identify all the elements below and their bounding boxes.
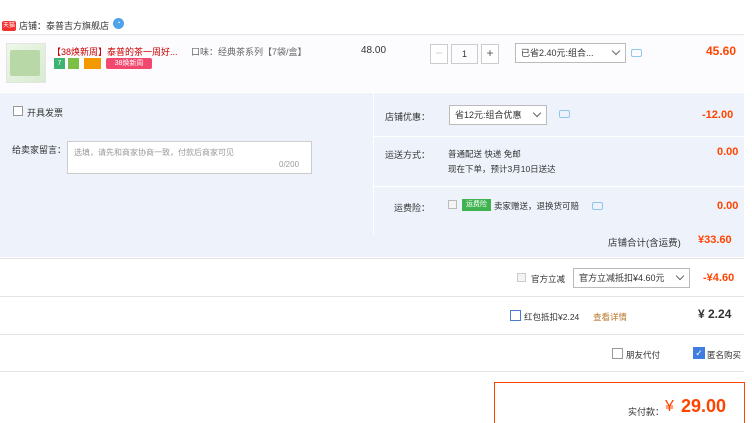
anonymous-label: 匿名购买	[707, 350, 742, 360]
shop-total-value: ¥33.60	[698, 234, 732, 246]
anonymous-checkbox[interactable]: ✓	[693, 347, 705, 359]
shop-total-label: 店铺合计(含运费)	[608, 238, 681, 249]
comment-icon[interactable]	[592, 202, 603, 210]
comment-icon[interactable]	[559, 110, 570, 118]
quantity-increase-button[interactable]: +	[481, 44, 499, 64]
message-label: 给卖家留言：	[12, 145, 67, 155]
promo-tag: 38焕新周	[106, 58, 152, 69]
official-discount-label: 官方立减	[531, 274, 566, 284]
comment-icon[interactable]	[631, 49, 642, 57]
official-discount-select-value: 官方立减抵扣¥4.60元	[579, 273, 665, 283]
invoice-label: 开具发票	[27, 108, 64, 118]
guarantee-icon	[68, 58, 79, 69]
shop-discount-select[interactable]: 省12元:组合优惠	[449, 105, 547, 125]
chevron-down-icon	[675, 271, 685, 281]
payment-amount: 29.00	[681, 396, 727, 416]
item-promo-select-value: 已省2.40元:组合...	[521, 48, 594, 58]
friend-pay-checkbox[interactable]	[612, 348, 623, 359]
invoice-checkbox[interactable]	[13, 106, 23, 116]
divider	[0, 334, 744, 335]
shipping-label: 运送方式：	[384, 150, 430, 160]
seven-day-return-icon: 7	[54, 58, 65, 69]
divider	[0, 258, 744, 259]
unit-price: 48.00	[361, 45, 387, 56]
chevron-down-icon	[611, 46, 621, 56]
red-packet-label: 红包抵扣¥2.24	[524, 312, 580, 322]
insurance-value: 0.00	[717, 200, 739, 212]
insurance-label: 运费险：	[393, 203, 430, 213]
friend-pay-label: 朋友代付	[626, 350, 661, 360]
message-char-count: 0/200	[279, 160, 300, 169]
insurance-checkbox	[448, 200, 457, 209]
panel-divider	[374, 186, 744, 187]
insurance-text: 卖家赠送，退换货可赔	[494, 201, 580, 211]
shop-discount-label: 店铺优惠：	[384, 112, 430, 122]
red-packet-checkbox[interactable]	[510, 310, 521, 321]
shipping-method: 普通配送 快递 免邮	[448, 149, 521, 159]
divider	[0, 371, 744, 372]
official-discount-select[interactable]: 官方立减抵扣¥4.60元	[573, 268, 690, 288]
shop-discount-select-value: 省12元:组合优惠	[455, 110, 522, 120]
shop-name-link[interactable]: 店铺：泰普吉方旗舰店	[19, 20, 109, 32]
payment-currency: ¥	[665, 398, 674, 415]
item-promo-select[interactable]: 已省2.40元:组合...	[515, 43, 626, 63]
product-sku: 口味：经典茶系列【7袋/盒】	[191, 47, 307, 57]
red-packet-value: ¥ 2.24	[698, 307, 732, 321]
official-discount-value: -¥4.60	[703, 272, 735, 284]
panel-divider	[374, 136, 744, 137]
product-title-link[interactable]: 【38焕新周】泰普的茶一周好...	[52, 45, 184, 58]
item-total-price: 45.60	[706, 44, 737, 58]
contact-seller-icon[interactable]: ◔	[113, 18, 124, 29]
credit-card-icon	[84, 58, 101, 69]
quantity-input[interactable]: 1	[451, 44, 478, 64]
quantity-decrease-button[interactable]: −	[430, 44, 448, 64]
shipping-value: 0.00	[717, 146, 739, 158]
payment-label: 实付款：	[628, 407, 665, 417]
red-packet-details-link[interactable]: 查看详情	[593, 311, 627, 323]
official-discount-checkbox	[517, 273, 526, 282]
chevron-down-icon	[532, 108, 542, 118]
tmall-badge: 天猫	[2, 21, 16, 31]
shop-discount-value: -12.00	[702, 109, 734, 121]
seller-message-placeholder: 选填，请先和商家协商一致，付款后商家可见	[74, 148, 234, 157]
shipping-eta: 现在下单，预计3月10日送达	[448, 164, 556, 174]
divider	[0, 296, 744, 297]
product-image-art	[10, 50, 40, 76]
insurance-badge: 运费险	[462, 199, 491, 211]
